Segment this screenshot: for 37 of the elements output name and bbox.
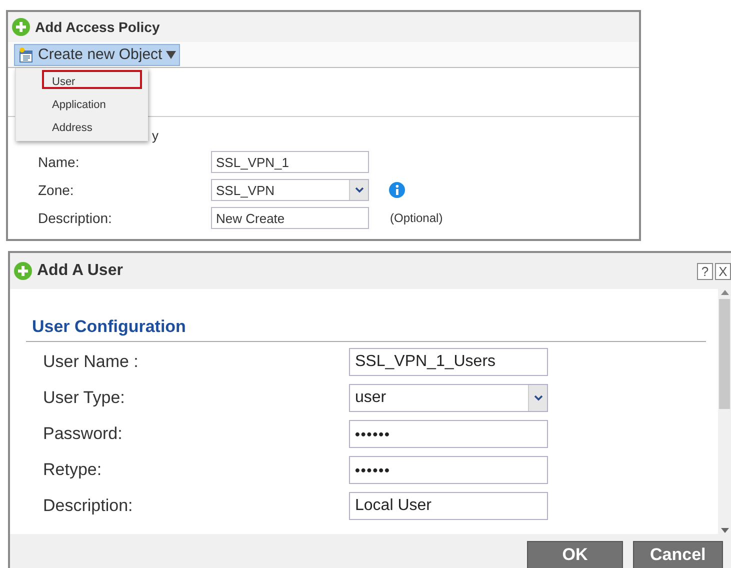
cancel-button[interactable]: Cancel	[633, 541, 723, 568]
ok-button[interactable]: OK	[527, 541, 623, 568]
add-icon	[14, 262, 32, 280]
field-label: Retype:	[43, 460, 103, 480]
close-button[interactable]: X	[715, 262, 731, 280]
scrollbar[interactable]	[718, 289, 731, 534]
create-object-button[interactable]: Create new Object	[14, 44, 180, 66]
add-icon	[12, 18, 30, 36]
caret-icon	[534, 395, 542, 401]
optional-note: (Optional)	[390, 211, 443, 225]
panel-title: Add Access Policy	[35, 19, 160, 35]
field-label: Description:	[38, 210, 113, 226]
field-label: Description:	[43, 496, 134, 516]
field-label: Zone:	[38, 182, 75, 198]
user-type-select[interactable]: user	[349, 384, 548, 412]
input-field[interactable]: Local User	[349, 492, 548, 520]
field-label: Name:	[38, 154, 80, 170]
menu-item[interactable]: Address	[42, 116, 142, 135]
input-field[interactable]: SSL_VPN_1_Users	[349, 348, 548, 376]
field-label: User Type:	[43, 388, 126, 408]
section-heading: y	[152, 128, 158, 143]
info-icon[interactable]	[389, 182, 405, 198]
dialog-title: Add A User	[37, 262, 123, 280]
field-label: Password:	[43, 424, 124, 444]
object-icon	[18, 46, 34, 62]
description-field[interactable]: New Create	[211, 207, 369, 229]
password-field[interactable]: ••••••	[349, 456, 548, 484]
zone-select[interactable]: SSL_VPN	[211, 179, 369, 201]
menu-item[interactable]: Application	[42, 93, 142, 112]
section-heading: User Configuration	[26, 317, 706, 342]
menu-item[interactable]: User	[42, 70, 142, 89]
field-label: User Name :	[43, 352, 140, 372]
password-field[interactable]: ••••••	[349, 420, 548, 448]
caret-icon	[354, 187, 364, 193]
name-field[interactable]: SSL_VPN_1	[211, 151, 369, 173]
help-button[interactable]: ?	[697, 262, 713, 280]
caret-icon	[166, 50, 176, 58]
